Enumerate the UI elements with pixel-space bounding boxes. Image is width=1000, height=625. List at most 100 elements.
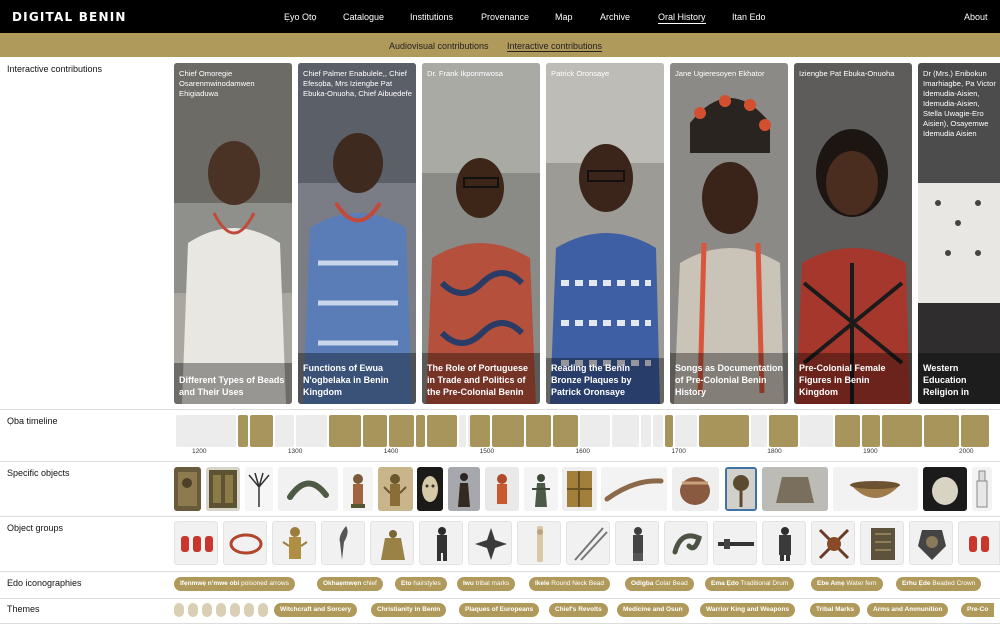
theme-chip[interactable]: Plaques of Europeans — [459, 603, 540, 617]
theme-chip[interactable]: Arms and Ammunition — [867, 603, 949, 617]
object-group-tile[interactable] — [321, 521, 365, 565]
object-thumbnail[interactable] — [448, 467, 480, 511]
theme-chip-placeholder[interactable] — [174, 603, 184, 617]
object-group-tile[interactable] — [419, 521, 463, 565]
reign-segment[interactable] — [427, 415, 457, 447]
theme-chip-placeholder[interactable] — [244, 603, 254, 617]
object-thumbnail[interactable] — [206, 467, 240, 511]
object-group-tile[interactable] — [370, 521, 414, 565]
object-thumbnail[interactable] — [601, 467, 667, 511]
contribution-card[interactable]: Chief Omoregie Osarenmwinodamwen Ehigiad… — [174, 63, 292, 404]
object-thumbnail[interactable] — [524, 467, 558, 511]
object-thumbnail[interactable] — [343, 467, 373, 511]
oba-timeline[interactable]: 1200 1300 1400 1500 1600 1700 1800 1900 2000 — [175, 415, 995, 455]
object-thumbnail[interactable] — [485, 467, 519, 511]
iconography-chip[interactable]: Erhu Ẹde Beaded Crown — [896, 577, 982, 591]
reign-segment[interactable] — [329, 415, 361, 447]
reign-segment[interactable] — [834, 415, 860, 447]
reign-segment[interactable] — [861, 415, 880, 447]
theme-chip-placeholder[interactable] — [258, 603, 268, 617]
reign-segment[interactable] — [751, 415, 767, 447]
reign-segment[interactable] — [525, 415, 551, 447]
object-group-tile[interactable] — [909, 521, 953, 565]
theme-chip-placeholder[interactable] — [216, 603, 226, 617]
object-group-tile[interactable] — [664, 521, 708, 565]
reign-segment[interactable] — [674, 415, 697, 447]
nav-item-institutions[interactable]: Institutions — [410, 12, 453, 22]
object-group-tile[interactable] — [174, 521, 218, 565]
reign-segment[interactable] — [470, 415, 491, 447]
object-thumbnail[interactable] — [245, 467, 273, 511]
reign-segment[interactable] — [579, 415, 611, 447]
iconography-chip[interactable]: Ifẹnmwẹ n'mwe obi poisoned arrows — [174, 577, 295, 591]
reign-segment[interactable] — [295, 415, 328, 447]
theme-chip[interactable]: Medicine and Osun — [617, 603, 689, 617]
object-thumbnail[interactable] — [672, 467, 719, 511]
reign-segment[interactable] — [415, 415, 426, 447]
reign-segment[interactable] — [362, 415, 387, 447]
object-thumbnail[interactable] — [833, 467, 918, 511]
reign-segment[interactable] — [176, 415, 237, 447]
contribution-card[interactable]: Dr (Mrs.) Enibokun Imarhiagbe, Pa Victor… — [918, 63, 1000, 404]
theme-chip[interactable]: Christianity in Benin — [371, 603, 447, 617]
reign-segment[interactable] — [274, 415, 294, 447]
theme-chip[interactable]: Pre-Co — [961, 603, 995, 617]
theme-chip[interactable]: Warrior King and Weapons — [700, 603, 796, 617]
reign-segment[interactable] — [238, 415, 248, 447]
contribution-card[interactable]: Jane Ugieresoyen Ekhator Songs as Docume… — [670, 63, 788, 404]
object-thumbnail[interactable] — [174, 467, 201, 511]
nav-item-map[interactable]: Map — [555, 12, 573, 22]
reign-segment[interactable] — [492, 415, 524, 447]
theme-chip[interactable]: Chief's Revolts — [549, 603, 608, 617]
reign-segment[interactable] — [612, 415, 639, 447]
object-thumbnail[interactable] — [417, 467, 443, 511]
iconography-chip[interactable]: Ema Ẹdo Traditional Drum — [705, 577, 795, 591]
iconography-chip[interactable]: Eto hairstyles — [395, 577, 447, 591]
tab-interactive-contributions[interactable]: Interactive contributions — [507, 41, 603, 52]
iconography-chip[interactable]: Odigba Colar Bead — [625, 577, 694, 591]
object-group-tile[interactable] — [762, 521, 806, 565]
nav-item-itan-edo[interactable]: Itan Edo — [732, 12, 766, 22]
reign-segment[interactable] — [923, 415, 960, 447]
nav-item-oral-history[interactable]: Oral History — [658, 12, 706, 24]
object-thumbnail[interactable] — [562, 467, 597, 511]
theme-chip-placeholder[interactable] — [230, 603, 240, 617]
reign-segment[interactable] — [458, 415, 467, 447]
contribution-card[interactable]: Patrick Oronsaye Reading the Benin Bronz… — [546, 63, 664, 404]
object-thumbnail[interactable] — [725, 467, 757, 511]
object-group-tile[interactable] — [468, 521, 512, 565]
object-group-tile[interactable] — [713, 521, 757, 565]
reign-segment[interactable] — [552, 415, 578, 447]
reign-segment[interactable] — [641, 415, 651, 447]
nav-item-about[interactable]: About — [964, 12, 988, 22]
reign-segment[interactable] — [249, 415, 273, 447]
object-group-tile[interactable] — [811, 521, 855, 565]
object-group-tile[interactable] — [615, 521, 659, 565]
theme-chip[interactable]: Tribal Marks — [810, 603, 860, 617]
reign-segment[interactable] — [665, 415, 673, 447]
reign-segment[interactable] — [388, 415, 414, 447]
nav-item-eyo-oto[interactable]: Ẹyo Otọ — [284, 12, 317, 22]
reign-segment[interactable] — [800, 415, 833, 447]
iconography-chip[interactable]: Iwu tribal marks — [457, 577, 516, 591]
object-group-tile[interactable] — [958, 521, 1000, 565]
object-thumbnail[interactable] — [278, 467, 338, 511]
object-group-tile[interactable] — [566, 521, 610, 565]
theme-chip[interactable]: Witchcraft and Sorcery — [274, 603, 358, 617]
object-thumbnail[interactable] — [923, 467, 967, 511]
reign-segment[interactable] — [652, 415, 663, 447]
nav-item-archive[interactable]: Archive — [600, 12, 630, 22]
object-group-tile[interactable] — [223, 521, 267, 565]
reign-segment[interactable] — [881, 415, 922, 447]
iconography-chip[interactable]: Okhaẹmwẹn chief — [317, 577, 383, 591]
digital-benin-logo[interactable]: DIGITAL BENIN — [12, 10, 127, 24]
contribution-card[interactable]: Iziengbe Pat Ebuka-Onuoha Pre-Colonial F… — [794, 63, 912, 404]
object-group-tile[interactable] — [517, 521, 561, 565]
object-thumbnail[interactable] — [972, 467, 992, 511]
nav-item-provenance[interactable]: Provenance — [481, 12, 529, 22]
object-thumbnail[interactable] — [762, 467, 828, 511]
nav-item-catalogue[interactable]: Catalogue — [343, 12, 384, 22]
contribution-card[interactable]: Chief Palmer Enabulele,, Chief Efesọba, … — [298, 63, 416, 404]
object-group-tile[interactable] — [272, 521, 316, 565]
contribution-card[interactable]: Dr. Frank Ikponmwosa The Role of Portugu… — [422, 63, 540, 404]
